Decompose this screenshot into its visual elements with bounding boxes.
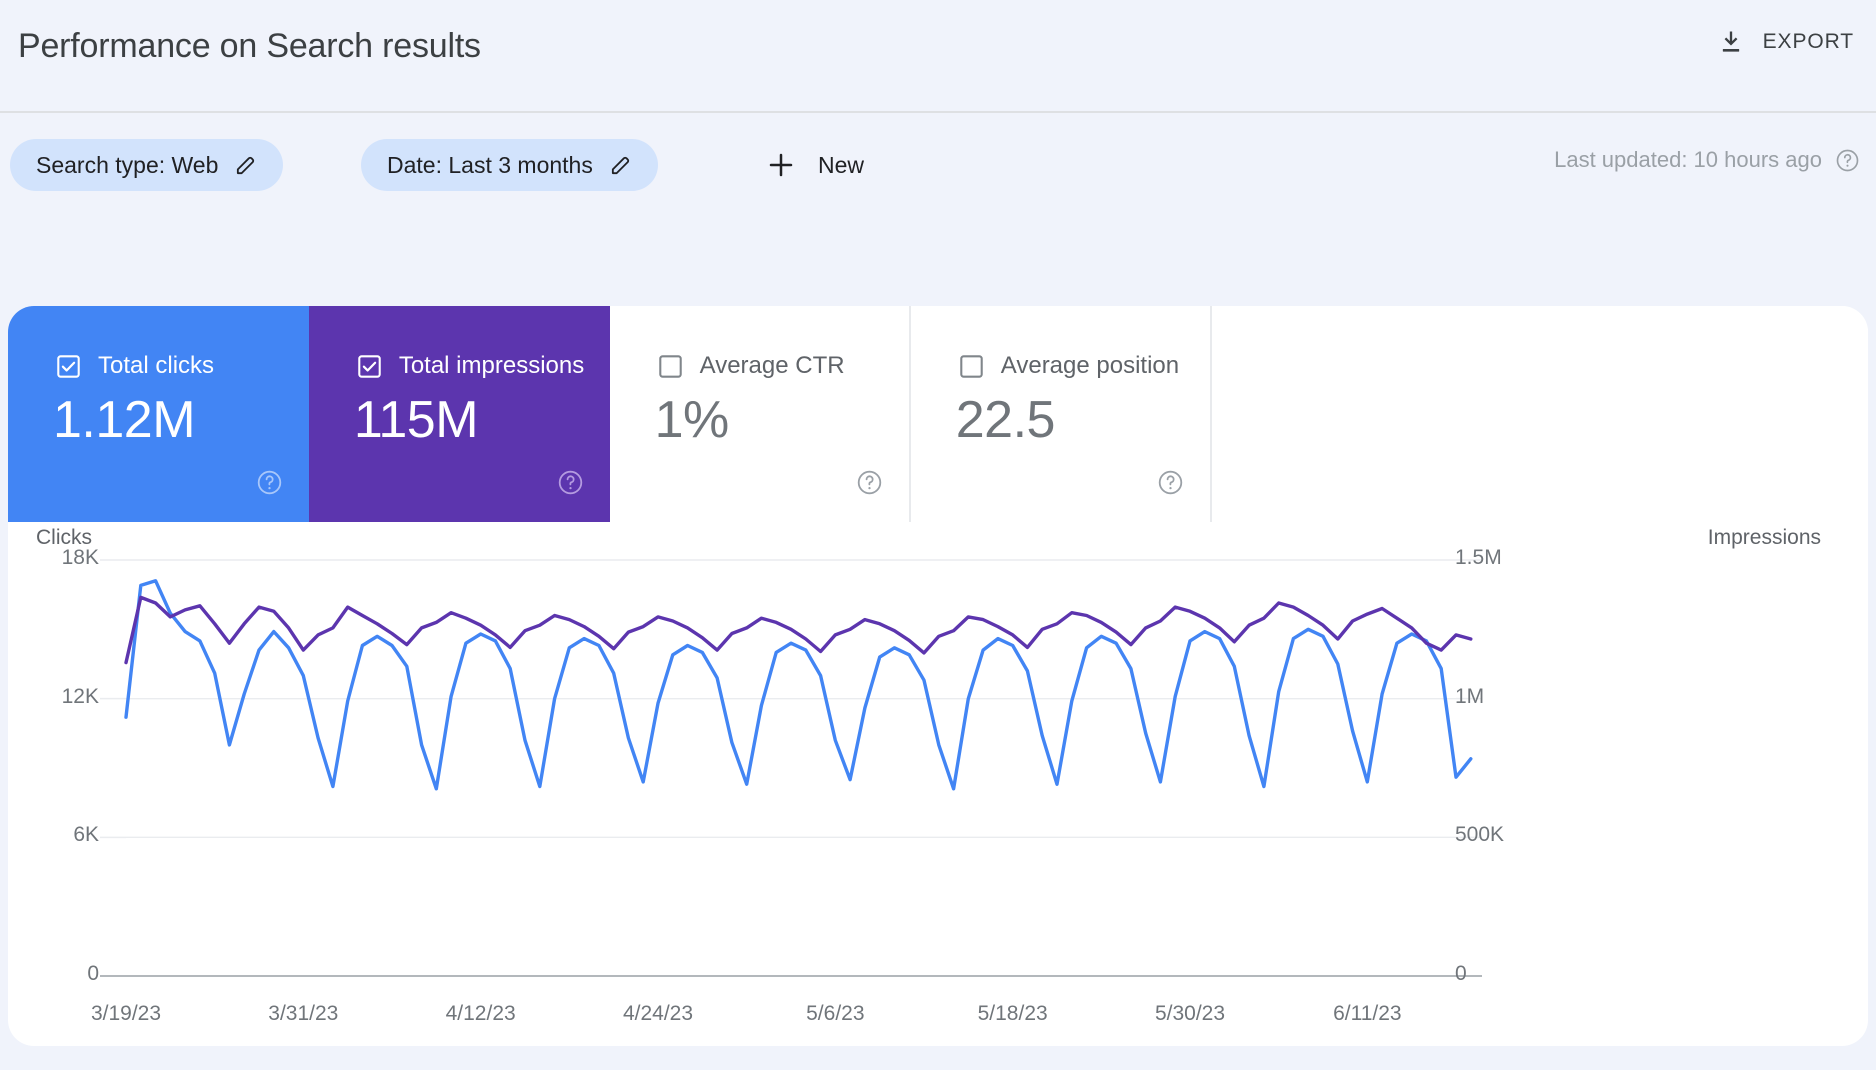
export-button[interactable]: EXPORT [1713,22,1858,62]
page-header: Performance on Search results EXPORT [0,0,1876,113]
filter-chip-search-type[interactable]: Search type: Web [10,139,284,191]
series-line-total-impressions [124,595,1473,665]
help-circle-icon[interactable] [557,469,584,496]
metric-tile-average-ctr[interactable]: Average CTR 1% [609,306,911,522]
x-axis-tick: 5/18/23 [977,1002,1048,1025]
metric-tile-total-impressions[interactable]: Total impressions 115M [308,306,610,522]
metric-header: Total clicks [56,352,214,380]
metric-tile-total-clicks[interactable]: Total clicks 1.12M [8,306,309,522]
metric-label: Total clicks [98,352,215,379]
plus-icon [766,150,796,180]
help-circle-icon[interactable] [856,469,883,496]
new-filter-label: New [818,151,865,178]
x-axis-tick: 3/31/23 [268,1002,339,1025]
filter-chip-date[interactable]: Date: Last 3 months [361,139,658,191]
pencil-icon [609,154,632,177]
metric-value: 115M [353,391,479,449]
export-label: EXPORT [1762,30,1854,53]
help-circle-icon[interactable] [256,469,283,496]
checkbox-unchecked-icon[interactable] [658,354,683,379]
metric-value: 22.5 [955,391,1056,449]
help-circle-icon[interactable] [1835,148,1860,173]
performance-card: Total clicks 1.12M Total impressions 115… [8,306,1868,1046]
x-axis-tick: 6/11/23 [1333,1002,1402,1025]
y-axis-right-tick: 1M [1455,684,1485,708]
last-updated-text: Last updated: 10 hours ago [1554,147,1822,172]
filter-chip-date-label: Date: Last 3 months [387,151,593,178]
checkbox-checked-icon[interactable] [357,354,382,379]
y-axis-left-tick: 0 [87,962,99,985]
last-updated: Last updated: 10 hours ago [1554,147,1860,173]
metric-header: Average position [959,352,1179,380]
metric-label: Average position [1000,352,1180,379]
y-axis-left-tick: 6K [73,823,99,847]
metric-header: Average CTR [658,352,845,380]
new-filter-button[interactable]: New [760,139,870,191]
page-title: Performance on Search results [18,27,481,65]
performance-chart: Clicks Impressions 0 6K 12K 18K 0 500K 1M 1.5M 3… [8,522,1868,1046]
y-axis-right-tick: 0 [1455,962,1467,985]
metric-label: Average CTR [699,352,845,379]
metric-tile-average-position[interactable]: Average position 22.5 [910,306,1212,522]
metric-header: Total impressions [357,352,584,380]
y-axis-left-tick: 12K [61,684,99,708]
filter-bar: Search type: Web Date: Last 3 months New… [0,113,1876,298]
metric-tiles: Total clicks 1.12M Total impressions 115… [8,306,1868,522]
metric-value: 1.12M [53,391,196,449]
checkbox-checked-icon[interactable] [56,354,81,379]
y-axis-right-tick: 500K [1455,823,1505,847]
x-axis-tick: 5/6/23 [806,1002,865,1025]
y-axis-right-tick: 1.5M [1455,546,1502,569]
filter-chip-search-type-label: Search type: Web [36,151,219,178]
metric-value: 1% [654,391,730,449]
download-icon [1717,28,1745,56]
metric-tiles-empty-space [1211,306,1868,522]
x-axis-tick: 3/19/23 [90,1002,162,1025]
help-circle-icon[interactable] [1157,469,1184,496]
x-axis-tick: 4/12/23 [445,1002,516,1025]
pencil-icon [234,154,257,177]
y-axis-left-tick: 18K [61,546,99,569]
checkbox-unchecked-icon[interactable] [959,354,984,379]
x-axis-tick: 5/30/23 [1154,1002,1226,1025]
metric-label: Total impressions [398,352,585,379]
x-axis-tick: 4/24/23 [622,1002,694,1025]
